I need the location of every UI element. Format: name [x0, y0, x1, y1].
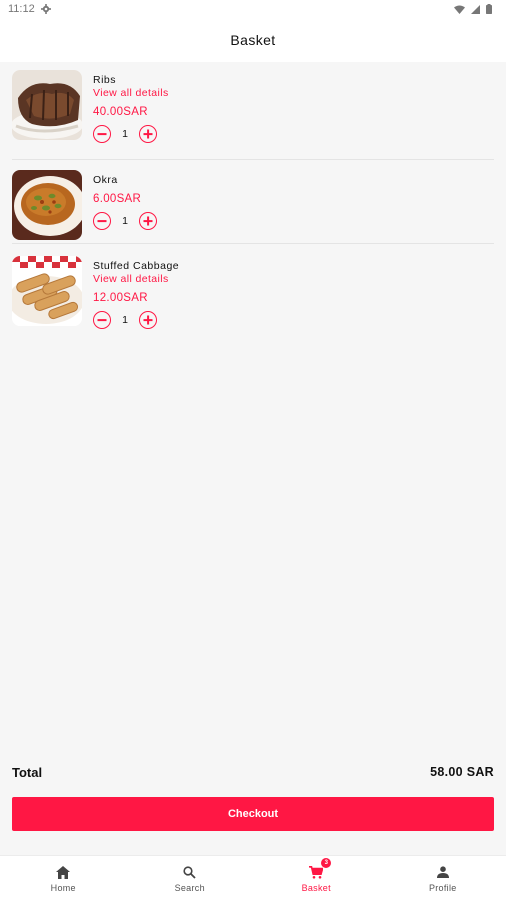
increment-button[interactable]	[139, 212, 157, 230]
item-price: 12.00SAR	[93, 292, 148, 304]
item-name: Stuffed Cabbage	[93, 260, 180, 272]
total-row: Total 58.00 SAR	[12, 763, 494, 781]
item-info: Ribs View all details 40.00SAR 1	[93, 70, 169, 144]
quantity-stepper: 1	[93, 211, 157, 231]
minus-icon	[97, 133, 107, 135]
status-bar: 11:12	[0, 0, 506, 18]
item-name: Ribs	[93, 74, 117, 86]
stuffed-cabbage-food-image[interactable]	[12, 256, 82, 326]
quantity-value: 1	[122, 314, 128, 326]
basket-item: Ribs View all details 40.00SAR 1	[12, 70, 494, 160]
basket-item: Okra 6.00SAR 1	[12, 160, 494, 244]
total-label: Total	[12, 764, 43, 780]
nav-item-search[interactable]: Search	[127, 856, 254, 900]
decrement-button[interactable]	[93, 212, 111, 230]
app-bar: Basket	[0, 18, 506, 62]
cart-count-badge: 3	[321, 858, 332, 868]
item-info: Okra 6.00SAR 1	[93, 170, 157, 231]
okra-food-image[interactable]	[12, 170, 82, 240]
item-price: 6.00SAR	[93, 193, 142, 205]
nav-label: Basket	[301, 883, 331, 893]
nav-item-profile[interactable]: Profile	[380, 856, 506, 900]
increment-button[interactable]	[139, 125, 157, 143]
decrement-button[interactable]	[93, 311, 111, 329]
search-icon	[181, 864, 199, 880]
page-title: Basket	[230, 32, 276, 48]
settings-gear-icon	[40, 4, 51, 14]
increment-button[interactable]	[139, 311, 157, 329]
home-icon	[54, 864, 72, 880]
nav-label: Profile	[428, 883, 457, 893]
nav-label: Home	[50, 883, 76, 893]
person-icon	[434, 864, 452, 880]
checkout-button[interactable]: Checkout	[12, 797, 494, 831]
item-info: Stuffed Cabbage View all details 12.00SA…	[93, 256, 179, 330]
basket-list: Ribs View all details 40.00SAR 1 Okra 6.…	[12, 70, 494, 334]
cart-icon: 3	[307, 858, 332, 880]
ribs-food-image[interactable]	[12, 70, 82, 140]
status-time: 11:12	[8, 3, 35, 15]
item-price: 40.00SAR	[93, 106, 148, 118]
view-details-link[interactable]: View all details	[93, 87, 169, 100]
quantity-value: 1	[122, 128, 128, 140]
nav-item-home[interactable]: Home	[0, 856, 127, 900]
view-details-link[interactable]: View all details	[93, 273, 179, 286]
quantity-value: 1	[122, 215, 128, 227]
battery-icon	[486, 4, 492, 14]
nav-label: Search	[174, 883, 205, 893]
item-name: Okra	[93, 174, 118, 186]
minus-icon	[97, 319, 107, 321]
bottom-navigation: Home Search 3 Basket Profile	[0, 855, 506, 900]
total-value: 58.00 SAR	[430, 765, 494, 779]
decrement-button[interactable]	[93, 125, 111, 143]
signal-icon	[471, 4, 480, 14]
nav-item-basket[interactable]: 3 Basket	[253, 856, 380, 900]
basket-item: Stuffed Cabbage View all details 12.00SA…	[12, 244, 494, 334]
minus-icon	[97, 220, 107, 222]
quantity-stepper: 1	[93, 124, 169, 144]
wifi-icon	[454, 5, 465, 14]
quantity-stepper: 1	[93, 310, 179, 330]
